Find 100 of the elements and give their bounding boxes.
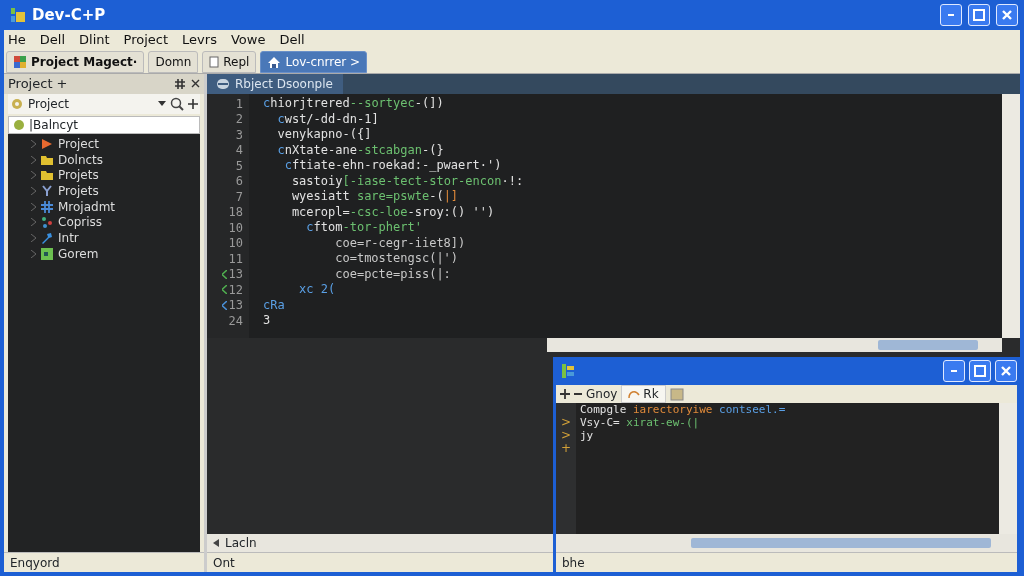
line-number: 11 — [228, 250, 243, 268]
clipboard-icon[interactable] — [669, 387, 684, 401]
menu-item[interactable]: Levrs — [182, 30, 217, 50]
move-icon[interactable] — [560, 389, 570, 399]
output-line: Compgle iarectoryiwe contseel.= — [580, 403, 787, 416]
wrench-icon — [41, 231, 53, 244]
status-text: Enqyord — [4, 552, 204, 572]
code-line: wyesiatt sare=pswte-(|] — [290, 189, 460, 205]
toolbar-tab[interactable]: Repl — [202, 51, 257, 73]
toolbar-tab[interactable]: Lov-cnrrer > — [260, 51, 368, 73]
fold-marker-icon — [221, 300, 227, 310]
tree-item[interactable]: Dolncts — [8, 151, 200, 168]
play-icon — [41, 137, 53, 150]
line-number: 6 — [235, 173, 243, 191]
app-icon — [562, 364, 574, 378]
line-number: 10 — [228, 219, 243, 237]
vertical-scrollbar[interactable] — [999, 403, 1017, 534]
project-dropdown[interactable]: Project — [8, 94, 200, 114]
plus-icon[interactable] — [188, 99, 198, 109]
code-line: coe=r-cegr-iiet8]) — [334, 235, 467, 251]
menu-item[interactable]: Vowe — [230, 30, 266, 50]
line-number: 7 — [235, 188, 243, 206]
branch-icon — [41, 184, 53, 197]
line-number: 12 — [228, 281, 243, 299]
code-line: sastoiy[-iase-tect-stor-encon·!: — [290, 173, 525, 189]
toolbar-tab[interactable]: Domn — [148, 51, 199, 73]
output-marker: + — [560, 441, 572, 455]
minimize-button[interactable] — [940, 4, 962, 26]
code-line: cRa — [263, 297, 286, 313]
menu-item[interactable]: Dell — [279, 30, 305, 50]
close-button[interactable] — [996, 4, 1018, 26]
menu-item[interactable]: Project — [123, 30, 169, 50]
code-line: cnXtate-ane-stcabgan-(} — [276, 142, 445, 158]
output-marker: > — [560, 428, 572, 442]
fold-marker-icon — [221, 285, 227, 295]
code-line: venykapno-({] — [276, 127, 373, 143]
line-number: 3 — [235, 126, 243, 144]
home-icon — [267, 55, 282, 69]
output-marker: > — [560, 415, 572, 429]
line-number: 13 — [228, 266, 243, 284]
tree-item[interactable]: Mrojadmt — [8, 198, 200, 215]
close-button[interactable] — [995, 360, 1017, 382]
menu-item[interactable]: He — [8, 30, 26, 50]
tree-item[interactable]: Projets — [8, 183, 200, 199]
code-line: cftiate-ehn-roekad:-_pwaert·') — [283, 158, 503, 174]
fold-marker-icon — [221, 269, 227, 279]
pin-icon[interactable] — [175, 79, 185, 89]
maximize-icon — [974, 365, 986, 377]
output-line: Vsy-C= xirat-ew-(| — [580, 416, 701, 429]
code-line: xc 2( — [298, 282, 337, 298]
tree-item[interactable]: Intr — [8, 230, 200, 246]
editor-tab[interactable]: Rbject Dsoonple — [207, 74, 343, 94]
menu-item[interactable]: Dell — [39, 30, 65, 50]
panel-title: Project + — [8, 75, 68, 94]
window-title: Dev-C+P — [32, 4, 106, 26]
line-number: 13 — [228, 297, 243, 315]
line-number: 4 — [235, 142, 243, 160]
code-line: coe=pcte=piss(|: — [334, 266, 452, 282]
minimize-icon — [951, 370, 957, 372]
line-number: 2 — [235, 111, 243, 129]
code-line: cftom-tor-phert' — [305, 220, 423, 236]
minimize-button[interactable] — [943, 360, 965, 382]
tree-item[interactable]: Project — [8, 136, 200, 152]
horizontal-scrollbar[interactable] — [556, 534, 1017, 552]
line-number: 24 — [228, 312, 243, 330]
code-line: chiorjtrered--sortyec-(]) — [263, 96, 445, 112]
grid-icon — [13, 55, 27, 69]
minimize-icon — [948, 14, 954, 16]
output-tab[interactable]: Rk — [621, 385, 666, 403]
maximize-icon — [973, 9, 985, 21]
tree-item[interactable]: Copriss — [8, 214, 200, 231]
tree-root-item[interactable]: |Balncyt — [8, 116, 200, 134]
vertical-scrollbar[interactable] — [1002, 94, 1020, 338]
minus-icon[interactable] — [574, 392, 582, 396]
maximize-button[interactable] — [968, 4, 990, 26]
horizontal-scrollbar[interactable] — [547, 338, 1002, 352]
menu-item[interactable]: Dlint — [79, 30, 110, 50]
tree-item[interactable]: Gorem — [8, 245, 200, 262]
close-icon[interactable] — [191, 79, 200, 88]
app-icon — [10, 7, 26, 23]
status-text: bhe — [556, 552, 1017, 572]
hash-icon — [41, 200, 53, 213]
close-icon — [1000, 365, 1012, 377]
line-number: 10 — [228, 235, 243, 253]
line-number: 1 — [235, 95, 243, 113]
folder-icon — [41, 153, 53, 166]
scroll-label: Lacln — [225, 535, 257, 552]
network-icon — [41, 216, 53, 229]
output-line: jy — [580, 429, 595, 442]
scroll-left-icon[interactable] — [213, 539, 219, 547]
line-number: 18 — [228, 204, 243, 222]
folder-icon — [41, 169, 53, 182]
code-line: mceropl=-csc-loe-sroy:() '') — [290, 204, 496, 220]
line-number: 5 — [235, 157, 243, 175]
tree-item[interactable]: Projets — [8, 167, 200, 184]
caret-icon — [158, 101, 166, 107]
toolbar-tab[interactable]: Project Magect· — [6, 51, 145, 73]
code-line: co=tmostengsc(|') — [334, 251, 460, 267]
image-icon — [41, 247, 53, 260]
maximize-button[interactable] — [969, 360, 991, 382]
